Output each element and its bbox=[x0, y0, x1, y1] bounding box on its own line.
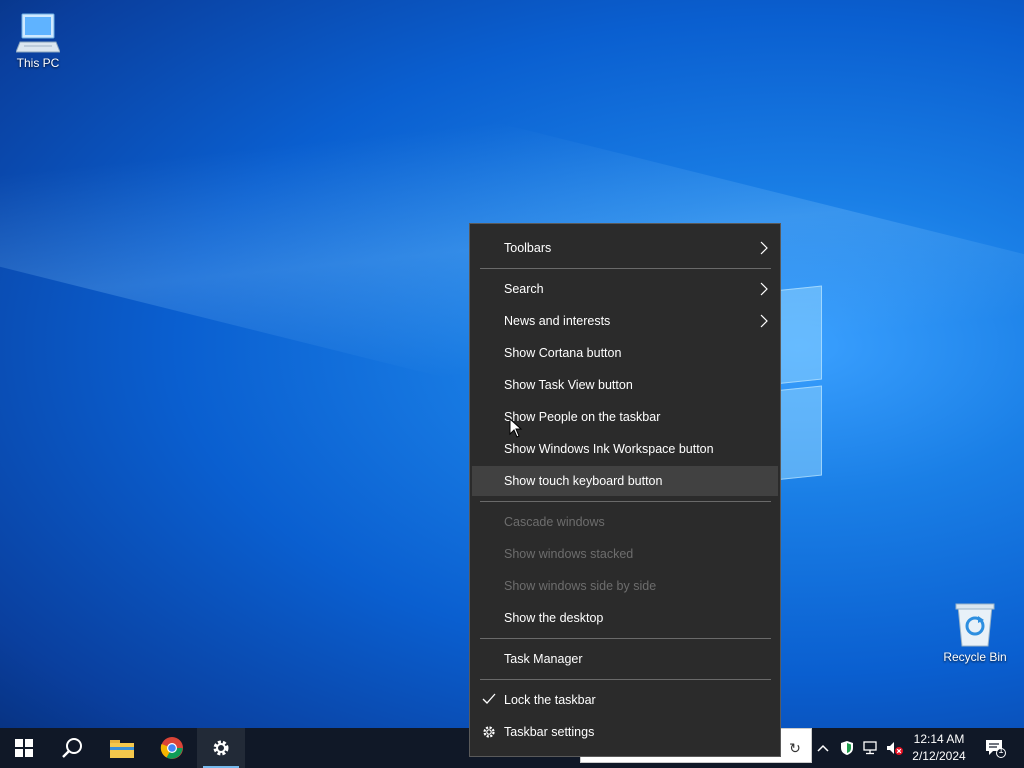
desktop-icon-label: Recycle Bin bbox=[943, 650, 1007, 664]
action-center-button[interactable]: 1 bbox=[978, 728, 1012, 768]
menu-item-windows-side-by-side: Show windows side by side bbox=[472, 571, 778, 601]
notification-badge: 1 bbox=[998, 745, 1004, 755]
menu-item-task-manager[interactable]: Task Manager bbox=[472, 644, 778, 674]
clock[interactable]: 12:14 AM 2/12/2024 bbox=[906, 731, 972, 765]
menu-item-label: Show Cortana button bbox=[504, 346, 622, 360]
menu-item-label: Cascade windows bbox=[504, 515, 605, 529]
menu-item-news-and-interests[interactable]: News and interests bbox=[472, 306, 778, 336]
show-hidden-icons-button[interactable] bbox=[812, 728, 834, 768]
clock-time: 12:14 AM bbox=[913, 732, 965, 746]
menu-item-label: Show Windows Ink Workspace button bbox=[504, 442, 714, 456]
chrome-button[interactable] bbox=[148, 728, 196, 768]
start-button[interactable] bbox=[0, 728, 48, 768]
menu-item-label: Task Manager bbox=[504, 652, 583, 666]
security-tray-button[interactable] bbox=[836, 728, 858, 768]
menu-item-taskbar-settings[interactable]: Taskbar settings bbox=[472, 717, 778, 747]
start-icon bbox=[15, 739, 33, 757]
menu-item-label: Toolbars bbox=[504, 241, 552, 255]
desktop-icon-this-pc[interactable]: This PC bbox=[0, 10, 76, 70]
network-tray-button[interactable] bbox=[860, 728, 882, 768]
recycle-bin-icon bbox=[955, 603, 995, 647]
desktop-icon-recycle-bin[interactable]: Recycle Bin bbox=[937, 602, 1013, 664]
menu-separator bbox=[480, 638, 771, 639]
chevron-right-icon bbox=[760, 241, 768, 255]
volume-muted-icon bbox=[887, 742, 903, 755]
volume-tray-button[interactable] bbox=[884, 728, 906, 768]
menu-item-show-cortana[interactable]: Show Cortana button bbox=[472, 338, 778, 368]
menu-item-label: Show touch keyboard button bbox=[504, 474, 663, 488]
chevron-up-icon bbox=[817, 744, 829, 752]
menu-item-label: Show Task View button bbox=[504, 378, 633, 392]
search-button[interactable] bbox=[48, 728, 96, 768]
menu-item-show-touch-keyboard[interactable]: Show touch keyboard button bbox=[472, 466, 778, 496]
network-icon bbox=[863, 741, 877, 755]
menu-item-show-ink-workspace[interactable]: Show Windows Ink Workspace button bbox=[472, 434, 778, 464]
checkmark-icon bbox=[482, 693, 496, 704]
clock-date: 2/12/2024 bbox=[912, 749, 966, 763]
menu-item-label: Show windows side by side bbox=[504, 579, 657, 593]
chevron-right-icon bbox=[760, 282, 768, 296]
menu-item-show-task-view[interactable]: Show Task View button bbox=[472, 370, 778, 400]
menu-item-show-desktop[interactable]: Show the desktop bbox=[472, 603, 778, 633]
menu-item-label: Search bbox=[504, 282, 544, 296]
menu-item-label: Show People on the taskbar bbox=[504, 410, 661, 424]
menu-item-windows-stacked: Show windows stacked bbox=[472, 539, 778, 569]
settings-icon bbox=[213, 740, 229, 756]
desktop-icon-label: This PC bbox=[16, 56, 60, 70]
file-explorer-icon bbox=[110, 740, 134, 758]
menu-item-lock-taskbar[interactable]: Lock the taskbar bbox=[472, 685, 778, 715]
chevron-right-icon bbox=[760, 314, 768, 328]
settings-taskbar-button[interactable] bbox=[197, 728, 245, 768]
menu-separator bbox=[480, 501, 771, 502]
settings-gear-icon bbox=[483, 726, 495, 738]
menu-item-label: Show the desktop bbox=[504, 611, 604, 625]
menu-item-search[interactable]: Search bbox=[472, 274, 778, 304]
menu-item-toolbars[interactable]: Toolbars bbox=[472, 233, 778, 263]
chrome-icon bbox=[160, 737, 183, 759]
menu-item-label: News and interests bbox=[504, 314, 611, 328]
menu-item-cascade-windows: Cascade windows bbox=[472, 507, 778, 537]
refresh-icon[interactable]: ↻ bbox=[782, 728, 808, 768]
search-icon bbox=[62, 738, 82, 758]
menu-item-label: Lock the taskbar bbox=[504, 693, 596, 707]
menu-item-label: Show windows stacked bbox=[504, 547, 634, 561]
taskbar-context-menu: Toolbars Search News and interests Show … bbox=[469, 223, 781, 757]
file-explorer-button[interactable] bbox=[98, 728, 146, 768]
menu-separator bbox=[480, 679, 771, 680]
mouse-cursor-icon bbox=[509, 418, 523, 438]
menu-separator bbox=[480, 268, 771, 269]
shield-icon bbox=[841, 741, 853, 755]
this-pc-icon bbox=[16, 13, 60, 53]
menu-item-label: Taskbar settings bbox=[504, 725, 595, 739]
